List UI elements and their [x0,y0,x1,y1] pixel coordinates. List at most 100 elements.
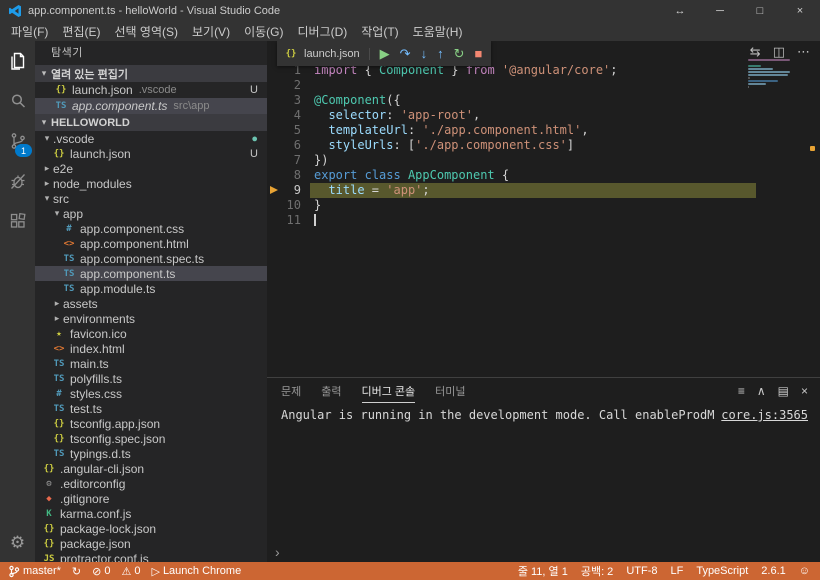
menu-selection[interactable]: 선택 영역(S) [107,23,185,40]
tree-item-polyfills.ts[interactable]: TSpolyfills.ts [35,371,267,386]
maximize-panel-icon[interactable]: ∧ [757,384,766,398]
feedback-smiley-icon[interactable]: ☺ [799,565,810,577]
menu-view[interactable]: 보기(V) [185,23,237,40]
tree-item-node_modules[interactable]: ▸node_modules [35,176,267,191]
status-sync[interactable]: ↻ [72,565,81,578]
activity-debug[interactable] [0,161,35,201]
tree-item-.angular-cli.json[interactable]: {}.angular-cli.json [35,461,267,476]
tree-item-favicon.ico[interactable]: ★favicon.ico [35,326,267,341]
panel-tab-문제[interactable]: 문제 [281,379,301,403]
tree-item-package.json[interactable]: {}package.json [35,536,267,551]
console-source-link[interactable]: core.js:3565 [721,408,808,422]
activity-search[interactable] [0,81,35,121]
debug-continue-button[interactable]: ▶ [380,47,390,60]
menu-file[interactable]: 파일(F) [4,23,55,40]
status-language-mode[interactable]: TypeScript [696,565,748,577]
clear-console-icon[interactable]: ≡ [738,384,745,398]
code-line-9[interactable]: 9 title = 'app'; [267,183,756,198]
activity-explorer[interactable] [0,41,35,81]
tree-item-src[interactable]: ▾src [35,191,267,206]
window-maximize-icon[interactable]: □ [740,0,780,22]
panel-tab-터미널[interactable]: 터미널 [435,379,465,403]
gutter-line-11[interactable]: 11 [267,213,310,228]
tree-item-app.module.ts[interactable]: TSapp.module.ts [35,281,267,296]
debug-stop-button[interactable]: ■ [474,47,482,60]
debug-step-over-button[interactable]: ↷ [400,47,411,60]
tree-item-tsconfig.app.json[interactable]: {}tsconfig.app.json [35,416,267,431]
activity-extensions[interactable] [0,201,35,241]
tree-item-package-lock.json[interactable]: {}package-lock.json [35,521,267,536]
code-line-8[interactable]: 8export class AppComponent { [267,168,756,183]
tree-item-main.ts[interactable]: TSmain.ts [35,356,267,371]
tree-item-assets[interactable]: ▸assets [35,296,267,311]
status-errors[interactable]: ⊘0 [92,565,110,578]
gutter-line-4[interactable]: 4 [267,108,310,123]
toggle-panel-icon[interactable]: ▤ [778,384,789,398]
tree-item-index.html[interactable]: <>index.html [35,341,267,356]
gutter-line-3[interactable]: 3 [267,93,310,108]
tree-item-launch.json[interactable]: {}launch.jsonU [35,146,267,161]
code-line-6[interactable]: 6 styleUrls: ['./app.component.css'] [267,138,756,153]
debug-restart-button[interactable]: ↻ [454,47,465,60]
open-editor-app.component.ts[interactable]: TSapp.component.tssrc\app [35,98,267,114]
settings-gear-icon[interactable]: ⚙ [0,524,35,562]
status-warnings[interactable]: ⚠0 [121,565,140,578]
status-ts-version[interactable]: 2.6.1 [761,565,785,577]
code-line-2[interactable]: 2 [267,78,756,93]
tree-item-karma.conf.js[interactable]: Kkarma.conf.js [35,506,267,521]
status-git-branch[interactable]: master* [8,565,61,578]
more-actions-icon[interactable]: ⋯ [797,44,810,60]
tree-item-typings.d.ts[interactable]: TStypings.d.ts [35,446,267,461]
menu-go[interactable]: 이동(G) [237,23,290,40]
window-minimize-icon[interactable]: ─ [700,0,740,22]
open-changes-icon[interactable]: ⇆ [750,44,761,60]
menu-help[interactable]: 도움말(H) [406,23,470,40]
debug-step-into-button[interactable]: ↓ [421,47,428,60]
tree-item-environments[interactable]: ▸environments [35,311,267,326]
open-editor-launch.json[interactable]: {}launch.json.vscodeU [35,82,267,98]
gutter-line-5[interactable]: 5 [267,123,310,138]
code-editor[interactable]: 1import { Component } from '@angular/cor… [267,41,820,377]
tree-item-test.ts[interactable]: TStest.ts [35,401,267,416]
open-editors-header[interactable]: ▾ 열려 있는 편집기 [35,65,267,82]
window-drag-icon[interactable]: ↔ [660,0,700,22]
gutter-line-7[interactable]: 7 [267,153,310,168]
status-eol[interactable]: LF [670,565,683,577]
tree-item-.editorconfig[interactable]: ⚙.editorconfig [35,476,267,491]
gutter-line-2[interactable]: 2 [267,78,310,93]
tree-item-.vscode[interactable]: ▾.vscode● [35,131,267,146]
status-encoding[interactable]: UTF-8 [626,565,657,577]
gutter-line-9[interactable]: 9 [267,183,310,198]
menu-debug[interactable]: 디버그(D) [290,23,354,40]
activity-source-control[interactable]: 1 [0,121,35,161]
minimap[interactable] [748,59,792,91]
tree-item-.gitignore[interactable]: ◆.gitignore [35,491,267,506]
tree-item-e2e[interactable]: ▸e2e [35,161,267,176]
status-indentation[interactable]: 공백: 2 [581,563,613,579]
menu-edit[interactable]: 편집(E) [55,23,107,40]
tree-item-app.component.ts[interactable]: TSapp.component.ts [35,266,267,281]
tree-item-protractor.conf.js[interactable]: JSprotractor.conf.js [35,551,267,562]
tree-item-styles.css[interactable]: #styles.css [35,386,267,401]
code-line-11[interactable]: 11 [267,213,756,228]
tree-item-app.component.css[interactable]: #app.component.css [35,221,267,236]
tree-item-app[interactable]: ▾app [35,206,267,221]
gutter-line-6[interactable]: 6 [267,138,310,153]
gutter-line-8[interactable]: 8 [267,168,310,183]
debug-console-input[interactable]: › [267,542,820,562]
debug-config-dropdown[interactable]: {}launch.json [283,48,370,60]
panel-tab-출력[interactable]: 출력 [321,379,341,403]
code-line-3[interactable]: 3@Component({ [267,93,756,108]
split-editor-icon[interactable]: ◫ [773,44,785,60]
root-folder-header[interactable]: ▾ HELLOWORLD [35,114,267,131]
close-panel-icon[interactable]: × [801,384,808,398]
tree-item-app.component.spec.ts[interactable]: TSapp.component.spec.ts [35,251,267,266]
code-line-10[interactable]: 10} [267,198,756,213]
tree-item-tsconfig.spec.json[interactable]: {}tsconfig.spec.json [35,431,267,446]
status-launch-config[interactable]: ▷Launch Chrome [151,565,241,578]
code-line-7[interactable]: 7}) [267,153,756,168]
debug-step-out-button[interactable]: ↑ [437,47,444,60]
tree-item-app.component.html[interactable]: <>app.component.html [35,236,267,251]
panel-tab-디버그 콘솔[interactable]: 디버그 콘솔 [362,379,416,403]
menu-tasks[interactable]: 작업(T) [354,23,405,40]
